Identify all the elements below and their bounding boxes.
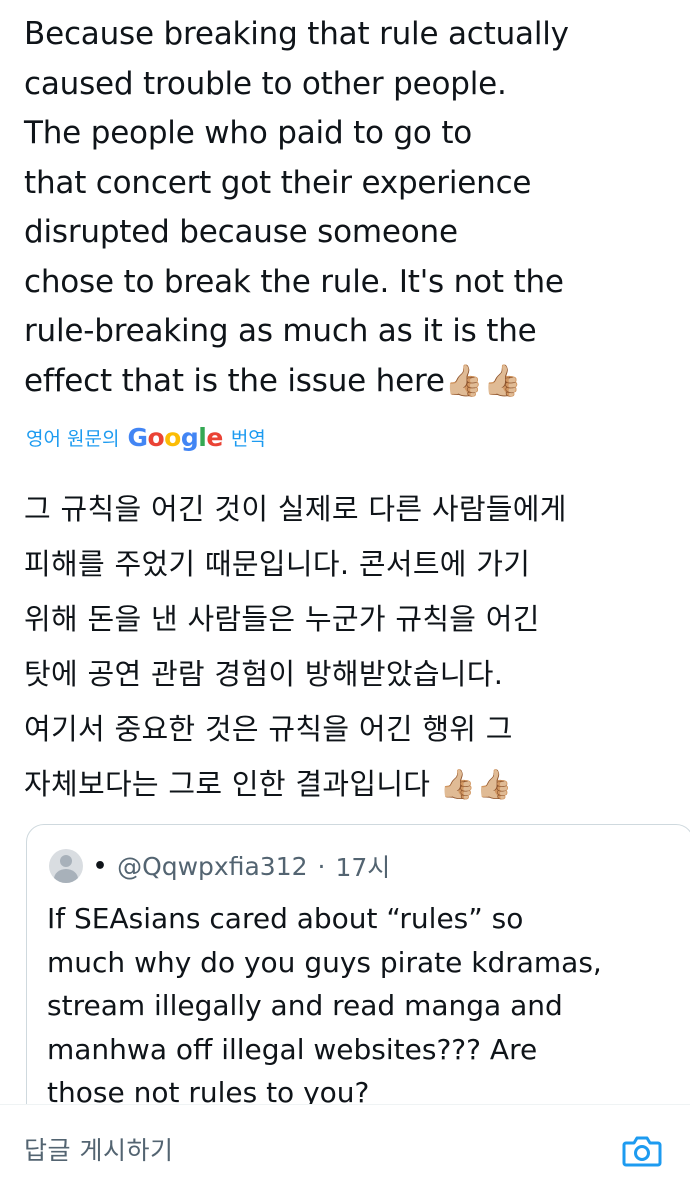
post-line: Because breaking that rule actually — [24, 16, 569, 52]
reply-input[interactable]: 답글 게시하기 — [24, 1131, 173, 1167]
quoted-post-handle[interactable]: @Qqwpxfia312 — [117, 852, 307, 881]
translated-line: 위해 돈을 낸 사람들은 누군가 규칙을 어긴 — [24, 602, 540, 636]
translation-attribution[interactable]: 영어 원문의 Google 번역 — [26, 418, 266, 456]
quoted-line: If SEAsians cared about “rules” so — [47, 902, 524, 935]
avatar[interactable] — [49, 849, 83, 883]
quoted-line: much why do you guys pirate kdramas, — [47, 945, 602, 979]
translated-line: 여기서 중요한 것은 규칙을 어긴 행위 그 — [24, 712, 513, 746]
quoted-post-header: • @Qqwpxfia312 · 17시 — [49, 847, 390, 885]
translated-line: 자체보다는 그로 인한 결과입니다 👍🏼👍🏼 — [24, 767, 513, 801]
post-line: The people who paid to go to — [24, 115, 473, 151]
post-line: caused trouble to other people. — [24, 65, 507, 102]
translated-line: 피해를 주었기 때문입니다. 콘서트에 가기 — [24, 547, 531, 581]
quoted-line: manhwa off illegal websites??? Are — [47, 1032, 538, 1066]
post-line: chose to break the rule. It's not the — [24, 263, 564, 300]
translated-line: 그 규칙을 어긴 것이 실제로 다른 사람들에게 — [24, 492, 567, 526]
camera-icon[interactable] — [622, 1133, 662, 1169]
post-line: rule-breaking as much as it is the — [24, 313, 537, 349]
post-text: Because breaking that rule actually caus… — [24, 10, 664, 406]
separator: · — [317, 851, 326, 881]
translated-text: 그 규칙을 어긴 것이 실제로 다른 사람들에게 피해를 주었기 때문입니다. … — [24, 482, 674, 812]
quoted-post-text: If SEAsians cared about “rules” so much … — [47, 897, 647, 1115]
quoted-post-time: 17시 — [335, 853, 391, 882]
reply-bar: 답글 게시하기 — [0, 1104, 690, 1201]
home-indicator — [0, 1192, 690, 1200]
quoted-post[interactable]: • @Qqwpxfia312 · 17시 If SEAsians cared a… — [26, 824, 690, 1144]
google-logo: Google — [127, 422, 223, 452]
status-dot: • — [93, 853, 108, 879]
post-line: disrupted because someone — [24, 214, 458, 250]
translation-suffix: 번역 — [230, 427, 266, 450]
post-line: that concert got their experience — [24, 164, 532, 201]
translated-line: 탓에 공연 관람 경험이 방해받았습니다. — [24, 657, 504, 691]
translation-prefix: 영어 원문의 — [26, 427, 120, 450]
post-line: effect that is the issue here👍🏼👍🏼 — [24, 362, 522, 399]
quoted-line: stream illegally and read manga and — [47, 989, 563, 1022]
